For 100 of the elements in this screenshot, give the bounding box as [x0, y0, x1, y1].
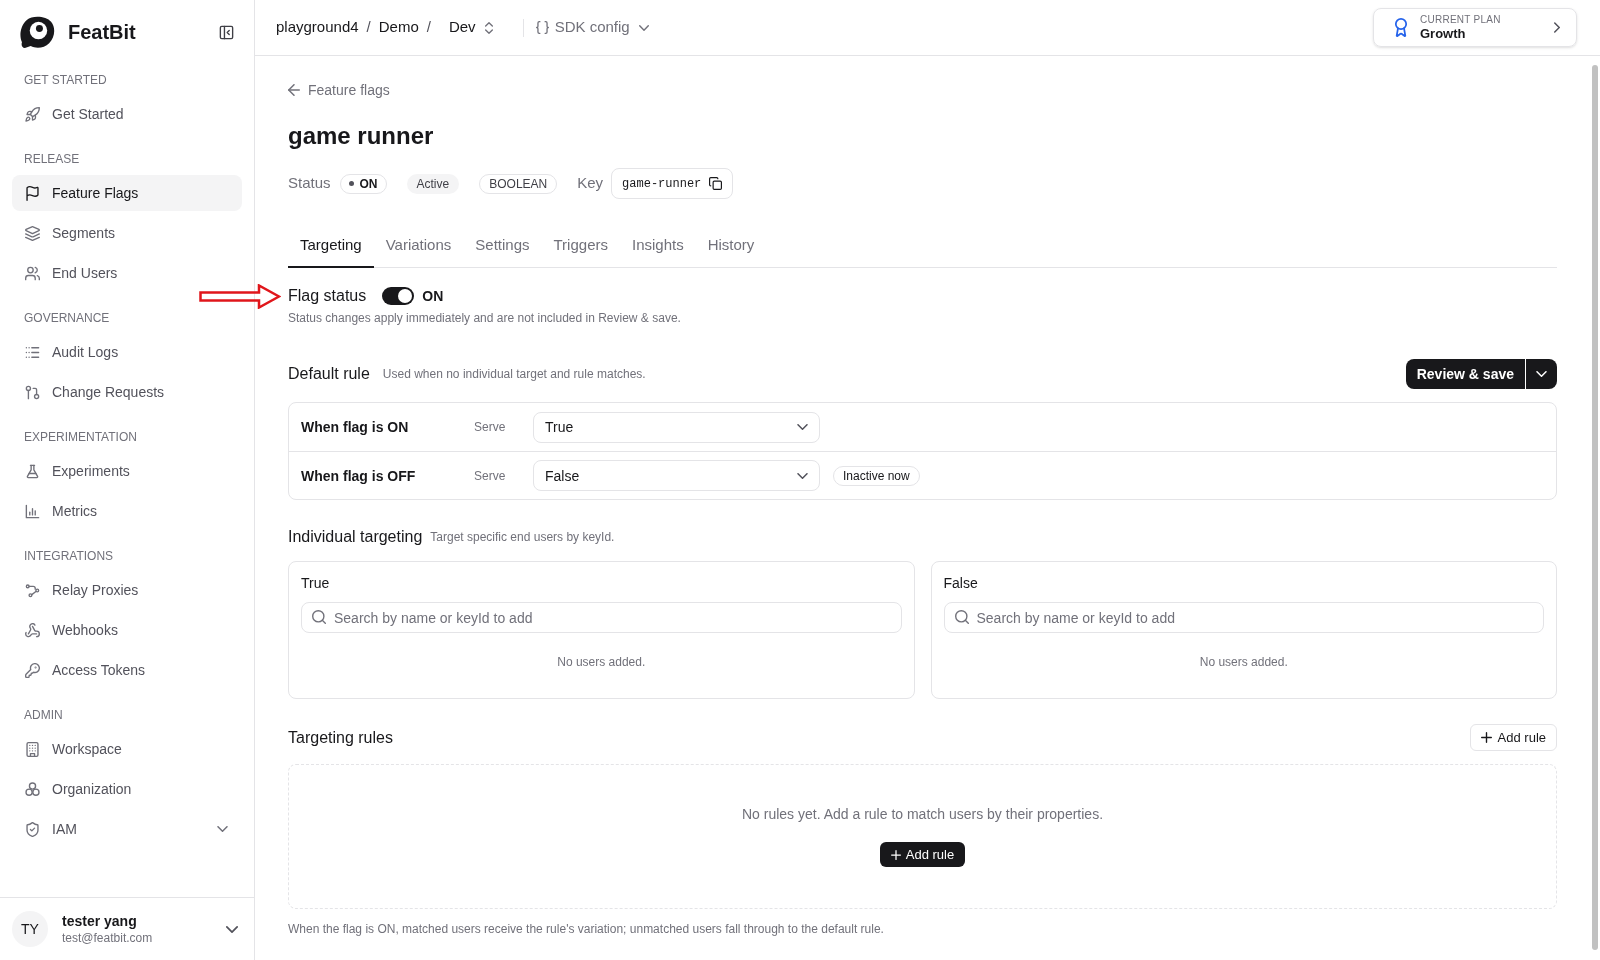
section-subtitle: Target specific end users by keyId.	[430, 529, 615, 545]
search-icon	[954, 610, 969, 624]
nav-item[interactable]: Access Tokens	[12, 652, 242, 688]
tab[interactable]: Triggers	[541, 224, 620, 268]
section-title: Individual targeting	[288, 527, 423, 547]
rule-label: When flag is ON	[301, 418, 410, 437]
status-dot-icon	[348, 181, 354, 186]
plus-icon	[890, 849, 901, 860]
section-heading: GOVERNANCE	[23, 310, 111, 326]
nav-item[interactable]: Relay Proxies	[12, 572, 242, 608]
state-badge: Active	[406, 173, 460, 194]
section-heading: EXPERIMENTATION	[23, 429, 138, 445]
section-heading: GET STARTED	[23, 72, 108, 88]
chevron-right-icon	[1554, 22, 1560, 33]
sidebar-collapse-icon[interactable]	[219, 24, 234, 40]
search-field[interactable]: Search by name or keyId to add	[301, 602, 902, 633]
search-field[interactable]: Search by name or keyId to add	[943, 602, 1544, 633]
empty-text: No users added.	[1198, 654, 1289, 670]
card-title: True	[301, 574, 330, 593]
award-icon	[1393, 18, 1409, 37]
circles-icon	[25, 781, 40, 797]
tab[interactable]: Variations	[373, 224, 464, 268]
avatar: TY	[12, 911, 48, 947]
breadcrumb-separator: /	[366, 17, 371, 38]
section-heading: ADMIN	[23, 707, 64, 723]
nav-item[interactable]: Get Started	[12, 96, 242, 132]
branch-icon	[25, 384, 40, 400]
list-icon	[25, 344, 40, 360]
nodes-icon	[25, 582, 40, 598]
section-title: Default rule	[288, 364, 370, 384]
breadcrumb-link[interactable]: playground4	[276, 16, 359, 39]
page-title: game runner	[288, 121, 434, 151]
nav-item[interactable]: Metrics	[12, 493, 242, 529]
tab[interactable]: History	[695, 224, 767, 268]
sdk-config-button[interactable]: SDK config	[535, 16, 649, 39]
toggle-switch[interactable]	[382, 287, 415, 305]
empty-text: No rules yet. Add a rule to match users by their properties.	[741, 805, 1104, 824]
tab[interactable]: Targeting	[288, 224, 374, 268]
key-label: Key	[577, 173, 604, 194]
breadcrumb-separator: /	[426, 17, 431, 38]
key-text: game-runner	[622, 175, 702, 192]
nav-item[interactable]: Audit Logs	[12, 334, 242, 370]
shield-check-icon	[25, 821, 40, 837]
nav-item[interactable]: Change Requests	[12, 374, 242, 410]
chevron-down-icon[interactable]	[226, 925, 238, 933]
braces-icon	[535, 21, 549, 34]
breadcrumb-link[interactable]: Demo	[378, 16, 419, 39]
serve-select[interactable]: True	[533, 411, 820, 443]
chevron-down-icon	[1536, 371, 1547, 377]
flag-status-label: Flag status	[288, 286, 367, 306]
users-icon	[25, 265, 40, 281]
tab[interactable]: Insights	[620, 224, 696, 268]
add-rule-button[interactable]: Add rule	[1469, 724, 1557, 751]
back-link[interactable]: Feature flags	[288, 80, 390, 100]
empty-text: No users added.	[556, 654, 647, 670]
save-options-button[interactable]	[1526, 359, 1557, 389]
brand-name: FeatBit	[68, 20, 136, 45]
plan-button[interactable]: CURRENT PLAN Growth	[1373, 8, 1577, 47]
nav-item[interactable]: Experiments	[12, 453, 242, 489]
flask-icon	[25, 463, 40, 479]
logo-icon	[19, 15, 56, 49]
nav-item[interactable]: IAM	[12, 811, 242, 847]
nav-item[interactable]: End Users	[12, 255, 242, 291]
scrollbar-thumb[interactable]	[1592, 65, 1598, 950]
nav-item[interactable]: Feature Flags	[12, 175, 242, 211]
toggle-state-text: ON	[422, 287, 444, 306]
section-heading: INTEGRATIONS	[23, 548, 115, 564]
chevron-down-icon	[638, 24, 649, 31]
nav-item[interactable]: Organization	[12, 771, 242, 807]
serve-label: Serve	[474, 419, 507, 435]
building-icon	[25, 741, 40, 757]
flag-status-note: Status changes apply immediately and are not included in Review & save.	[288, 310, 681, 326]
footnote-text: When the flag is ON, matched users receive the rule's variation; unmatched users fall through to the default rule.	[288, 921, 884, 937]
environment-switcher[interactable]: Dev	[448, 16, 493, 39]
chevron-down-icon	[797, 472, 808, 479]
bar-chart-icon	[25, 503, 40, 519]
nav-item[interactable]: Segments	[12, 215, 242, 251]
rocket-icon	[25, 106, 40, 122]
add-rule-button[interactable]: Add rule	[879, 842, 966, 867]
layers-icon	[25, 225, 40, 241]
section-subtitle: Used when no individual target and rule matches.	[382, 366, 646, 382]
card-title: False	[943, 574, 978, 593]
search-icon	[312, 610, 326, 624]
nav-item[interactable]: Workspace	[12, 731, 242, 767]
review-save-button[interactable]: Review & save	[1405, 359, 1525, 389]
serve-label: Serve	[474, 467, 507, 484]
tab[interactable]: Settings	[463, 224, 542, 268]
plus-icon	[1480, 732, 1492, 743]
status-text: ON	[359, 175, 378, 192]
nav-item[interactable]: Webhooks	[12, 612, 242, 648]
status-label: Status	[288, 173, 331, 194]
user-email: test@featbit.com	[62, 930, 153, 946]
chevron-down-icon	[797, 424, 808, 430]
user-name: tester yang	[62, 912, 138, 930]
webhook-icon	[25, 622, 40, 638]
copy-icon[interactable]	[709, 177, 723, 190]
serve-select[interactable]: False	[533, 460, 820, 491]
section-title: Targeting rules	[288, 727, 393, 748]
rule-label: When flag is OFF	[301, 466, 417, 486]
flag-icon	[25, 185, 40, 201]
